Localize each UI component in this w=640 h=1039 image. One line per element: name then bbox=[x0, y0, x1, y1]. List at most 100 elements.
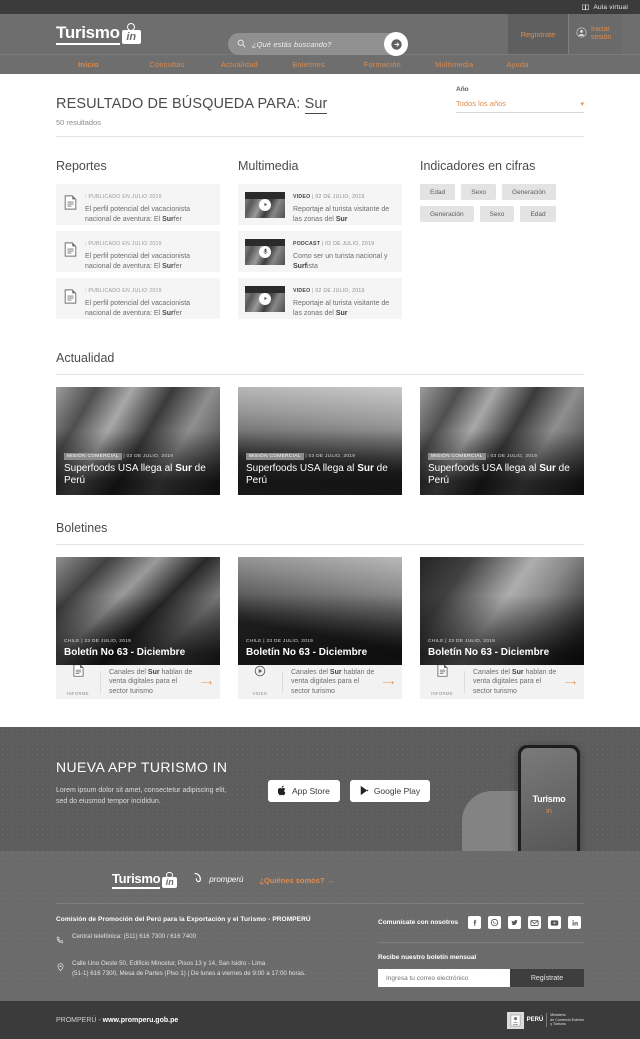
year-filter-select[interactable]: Todos los años ▾ bbox=[456, 99, 584, 113]
bulletin-body: CHILE | 23 DE JULIO, 2019 Boletín No 63 … bbox=[246, 639, 394, 658]
multimedia-column: Multimedia VIDEO | 02 DE JULIO, 2019 Rep… bbox=[238, 159, 402, 325]
facebook-icon[interactable] bbox=[468, 916, 482, 929]
footer-contact: Comisión de Promoción del Perú para la E… bbox=[56, 916, 352, 987]
mincetur-logo: PERÚ Ministerio de Comercio Exterior y T… bbox=[506, 1011, 584, 1029]
bulletin-card[interactable]: CHILE | 23 DE JULIO, 2019 Boletín No 63 … bbox=[420, 557, 584, 699]
nav-item-inicio[interactable]: Inicio bbox=[78, 60, 149, 69]
promperu-logo[interactable]: promperú bbox=[193, 871, 243, 889]
bulletin-body: CHILE | 23 DE JULIO, 2019 Boletín No 63 … bbox=[428, 639, 576, 658]
chevron-down-icon: ▾ bbox=[580, 100, 584, 108]
arrow-right-icon[interactable]: ⟶ bbox=[565, 678, 576, 687]
site-header: Turismo in ¿Qué estás buscando? Regístra… bbox=[0, 14, 640, 56]
bulletin-type-label: INFORME bbox=[67, 691, 89, 696]
whatsapp-icon[interactable] bbox=[488, 916, 502, 929]
play-icon bbox=[259, 198, 271, 211]
nav-item-consultas[interactable]: Consultas bbox=[149, 60, 220, 69]
app-promo-description: Lorem ipsum dolor sit amet, consectetur … bbox=[56, 787, 227, 805]
indicator-tag-edad-2[interactable]: Edad bbox=[520, 206, 556, 222]
mail-icon[interactable] bbox=[528, 916, 542, 929]
google-play-button[interactable]: Google Play bbox=[349, 780, 431, 802]
nav-item-actualidad[interactable]: Actualidad bbox=[221, 60, 292, 69]
bulletin-image: CHILE | 23 DE JULIO, 2019 Boletín No 63 … bbox=[238, 557, 402, 665]
nav-item-multimedia[interactable]: Multimedia bbox=[435, 60, 506, 69]
indicator-tag-group: Edad Sexo Generación Generación Sexo Eda… bbox=[420, 184, 584, 222]
document-icon bbox=[436, 664, 448, 681]
login-label: Iniciar sesión bbox=[591, 26, 612, 41]
list-item[interactable]: VIDEO | 02 DE JULIO, 2019 Reportaje al t… bbox=[238, 184, 402, 225]
microphone-icon bbox=[259, 245, 271, 258]
bulletin-footer[interactable]: VIDEO Canales del Sur hablan de venta di… bbox=[238, 665, 402, 699]
linkedin-icon[interactable] bbox=[568, 916, 582, 929]
bulletin-description: Canales del Sur hablan de venta digitale… bbox=[109, 668, 193, 695]
twitter-icon[interactable] bbox=[508, 916, 522, 929]
video-thumbnail bbox=[245, 191, 285, 218]
news-card[interactable]: MISIÓN COMERCIAL | 03 DE JULIO, 2019 Sup… bbox=[56, 387, 220, 495]
bulletin-footer[interactable]: INFORME Canales del Sur hablan de venta … bbox=[420, 664, 584, 699]
aula-virtual-link[interactable]: Aula virtual bbox=[582, 4, 628, 11]
bulletin-image: CHILE | 23 DE JULIO, 2019 Boletín No 63 … bbox=[420, 557, 584, 665]
social-label: Comunícate con nosotros bbox=[378, 919, 459, 926]
newsletter-submit-button[interactable]: Regístrate bbox=[510, 969, 584, 987]
search-box[interactable]: ¿Qué estás buscando? bbox=[228, 33, 406, 55]
nav-item-formacion[interactable]: Formación bbox=[364, 60, 435, 69]
arrow-right-icon[interactable]: ⟶ bbox=[383, 678, 394, 687]
bulletin-type-label: INFORME bbox=[431, 691, 453, 696]
register-button[interactable]: Regístrate bbox=[508, 14, 568, 54]
app-store-button[interactable]: App Store bbox=[268, 780, 340, 802]
indicator-tag-generacion[interactable]: Generación bbox=[502, 184, 556, 200]
google-play-label: Google Play bbox=[373, 786, 421, 796]
divider bbox=[378, 942, 584, 943]
news-title: Superfoods USA llega al Sur de Perú bbox=[64, 463, 206, 486]
news-body: MISIÓN COMERCIAL | 03 DE JULIO, 2019 Sup… bbox=[246, 453, 394, 487]
youtube-icon[interactable] bbox=[548, 916, 562, 929]
indicator-tag-sexo[interactable]: Sexo bbox=[461, 184, 497, 200]
year-filter-value: Todos los años bbox=[456, 99, 507, 108]
news-card[interactable]: MISIÓN COMERCIAL | 03 DE JULIO, 2019 Sup… bbox=[420, 387, 584, 495]
search-submit-button[interactable] bbox=[384, 32, 408, 56]
divider bbox=[56, 544, 584, 545]
list-item[interactable]: PODCAST | 02 DE JULIO, 2019 Como ser un … bbox=[238, 231, 402, 272]
promperu-label: promperú bbox=[209, 875, 244, 884]
quienes-somos-link[interactable]: ¿Quiénes somos? → bbox=[259, 876, 334, 885]
list-item[interactable]: VIDEO | 02 DE JULIO, 2019 Reportaje al t… bbox=[238, 278, 402, 319]
indicator-tag-generacion-2[interactable]: Generación bbox=[420, 206, 474, 222]
site-logo[interactable]: Turismo in bbox=[56, 23, 141, 45]
bulletin-card[interactable]: CHILE | 23 DE JULIO, 2019 Boletín No 63 … bbox=[56, 557, 220, 699]
year-filter: Año Todos los años ▾ bbox=[456, 86, 584, 113]
item-meta: | PUBLICADO EN JULIO 2019 bbox=[85, 240, 162, 247]
store-buttons: App Store Google Play bbox=[268, 780, 431, 802]
nav-item-boletines[interactable]: Boletines bbox=[292, 60, 363, 69]
year-filter-label: Año bbox=[456, 86, 469, 93]
list-item[interactable]: | PUBLICADO EN JULIO 2019 El perfil pote… bbox=[56, 278, 220, 319]
logo-wordmark: Turismo bbox=[56, 24, 120, 45]
actualidad-cards: MISIÓN COMERCIAL | 03 DE JULIO, 2019 Sup… bbox=[56, 387, 584, 495]
document-icon bbox=[72, 664, 84, 681]
app-promo-title: NUEVA APP TURISMO IN bbox=[56, 759, 228, 775]
item-text: El perfil potencial del vacacionista nac… bbox=[85, 253, 191, 270]
list-item[interactable]: | PUBLICADO EN JULIO 2019 El perfil pote… bbox=[56, 231, 220, 272]
arrow-right-icon[interactable]: ⟶ bbox=[201, 678, 212, 687]
address-line: Calle Uno Oeste 50, Edificio Mincetur, P… bbox=[56, 959, 352, 978]
document-icon bbox=[64, 288, 77, 309]
play-icon bbox=[254, 664, 266, 681]
item-meta: VIDEO | 02 DE JULIO, 2019 bbox=[293, 193, 365, 200]
logo-in-mark: in bbox=[121, 23, 141, 45]
bulletin-footer[interactable]: INFORME Canales del Sur hablan de venta … bbox=[56, 664, 220, 700]
results-columns: Reportes | PUBLICADO EN JULIO 2019 El pe… bbox=[56, 159, 584, 325]
login-button[interactable]: Iniciar sesión bbox=[568, 14, 622, 54]
address-text: Calle Uno Oeste 50, Edificio Mincetur, P… bbox=[72, 960, 266, 967]
list-item[interactable]: | PUBLICADO EN JULIO 2019 El perfil pote… bbox=[56, 184, 220, 225]
bulletin-description: Canales del Sur hablan de venta digitale… bbox=[291, 668, 375, 695]
bulletin-type: INFORME bbox=[64, 664, 92, 700]
bulletin-card[interactable]: CHILE | 23 DE JULIO, 2019 Boletín No 63 … bbox=[238, 557, 402, 699]
nav-item-ayuda[interactable]: Ayuda bbox=[507, 60, 578, 69]
item-text: El perfil potencial del vacacionista nac… bbox=[85, 300, 191, 317]
footer-social-newsletter: Comunícate con nosotros Recibe nuestro b… bbox=[378, 916, 584, 987]
news-card[interactable]: MISIÓN COMERCIAL | 03 DE JULIO, 2019 Sup… bbox=[238, 387, 402, 495]
promperu-site-link[interactable]: PROMPERÚ - www.promperu.gob.pe bbox=[56, 1017, 178, 1024]
indicator-tag-edad[interactable]: Edad bbox=[420, 184, 456, 200]
footer-logo[interactable]: Turismo in bbox=[112, 871, 178, 889]
indicator-tag-sexo-2[interactable]: Sexo bbox=[479, 206, 515, 222]
newsletter-email-input[interactable] bbox=[378, 969, 510, 987]
bulletin-image: CHILE | 23 DE JULIO, 2019 Boletín No 63 … bbox=[56, 557, 220, 665]
